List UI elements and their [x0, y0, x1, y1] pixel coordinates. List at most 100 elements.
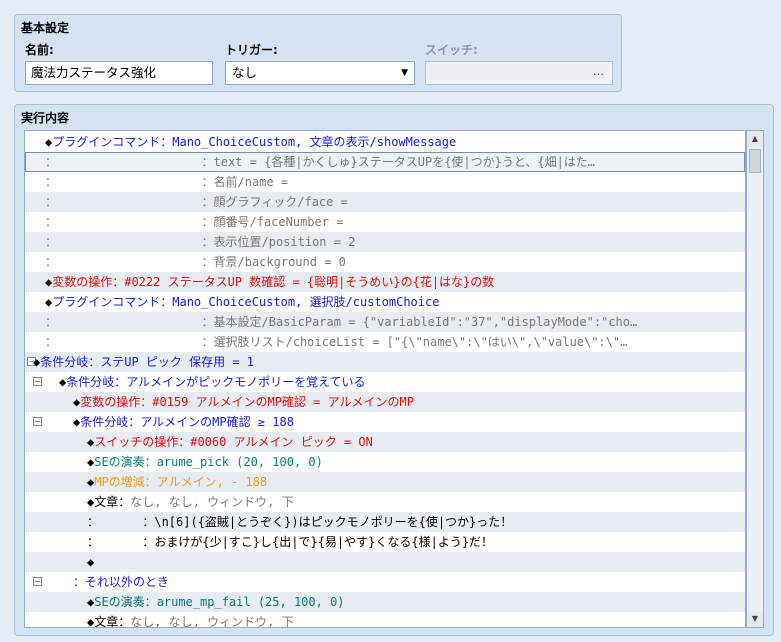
scrollbar-thumb[interactable] [749, 149, 761, 173]
command-text-part: ： ： [87, 535, 155, 549]
command-row[interactable]: ◆文章：なし, なし, ウィンドウ, 下 [25, 612, 745, 628]
command-text: ◆プラグインコマンド：Mano_ChoiceCustom, 文章の表示/show… [45, 132, 456, 152]
command-text-part: MPの増減：アルメイン, - 188 [94, 475, 268, 489]
command-text-part: 基本設定/BasicParam = {"variableId":"37","di… [213, 315, 638, 329]
chevron-down-icon: ▼ [401, 68, 408, 78]
command-text-part: ： ： [45, 195, 214, 209]
command-text: ◆条件分岐：アルメインがピックモノポリーを覚えている [59, 372, 366, 392]
contents-title: 実行内容 [21, 111, 70, 125]
scrollbar[interactable]: ▲ ▼ [746, 130, 764, 628]
command-text-part: 変数の操作：#0222 ステータスUP 数確認 = {聡明|そうめい}の{花|は… [52, 275, 495, 289]
command-text-part: ： ： [45, 155, 214, 169]
command-text: ： ：名前/name = [45, 172, 288, 192]
command-text-part: 名前/name = [213, 175, 289, 189]
command-row[interactable]: − ◆条件分岐：アルメインのMP確認 ≥ 188 [25, 412, 745, 432]
command-text-part: ： ： [45, 315, 214, 329]
command-row[interactable]: ◆SEの演奏：arume_pick (20, 100, 0) [25, 452, 745, 472]
command-row[interactable]: ◆MPの増減：アルメイン, - 188 [25, 472, 745, 492]
command-row[interactable]: ： ：text = {各種|かくしゅ}ステータスUPを{使|つか}うと、{畑|は… [25, 152, 745, 172]
switch-label: スイッチ: [425, 43, 478, 57]
command-row[interactable]: ◆プラグインコマンド：Mano_ChoiceCustom, 文章の表示/show… [25, 132, 745, 152]
command-text: ： ：\n[6]({盗賊|とうぞく})はピックモノポリーを{使|つか}った！ [87, 512, 512, 532]
basic-settings-panel: 基本設定 名前: 魔法力ステータス強化 トリガー: なし ▼ スイッチ: … [14, 14, 622, 92]
command-text-part: ： ： [45, 255, 214, 269]
command-row[interactable]: ◆SEの演奏：arume_mp_fail (25, 100, 0) [25, 592, 745, 612]
command-text: ： ：基本設定/BasicParam = {"variableId":"37",… [45, 312, 637, 332]
trigger-select[interactable]: なし ▼ [225, 61, 415, 85]
command-row[interactable]: ： ：顔番号/faceNumber = [25, 212, 745, 232]
command-row[interactable]: ◆変数の操作：#0159 アルメインのMP確認 = アルメインのMP [25, 392, 745, 412]
command-row[interactable]: ◆プラグインコマンド：Mano_ChoiceCustom, 選択肢/custom… [25, 292, 745, 312]
name-label: 名前: [25, 43, 54, 57]
trigger-label: トリガー: [225, 43, 278, 57]
command-row[interactable]: ： ：選択肢リスト/choiceList = ["{\"name\":\"はい\… [25, 332, 745, 352]
command-text: ◆SEの演奏：arume_mp_fail (25, 100, 0) [87, 592, 345, 612]
command-text-part: なし, なし, ウィンドウ, 下 [130, 495, 294, 509]
command-text-part: プラグインコマンド： [52, 295, 173, 309]
command-text-part: 顔グラフィック/face = [213, 195, 348, 209]
command-row[interactable]: − ：それ以外のとき [25, 572, 745, 592]
command-text-part: 選択肢リスト/choiceList = ["{\"name\":\"はい\",\… [213, 335, 628, 349]
command-text: ◆変数の操作：#0222 ステータスUP 数確認 = {聡明|そうめい}の{花|… [45, 272, 494, 292]
command-text-part: arume_pick (20, 100, 0) [156, 455, 323, 469]
command-text-part: SEの演奏： [94, 455, 157, 469]
command-text: ◆プラグインコマンド：Mano_ChoiceCustom, 選択肢/custom… [45, 292, 439, 312]
command-row[interactable]: ： ：顔グラフィック/face = [25, 192, 745, 212]
command-text-part: ： ： [45, 235, 214, 249]
command-text-part: なし, なし, ウィンドウ, 下 [130, 615, 294, 628]
command-text: ◆ [87, 552, 94, 572]
command-text-part: ： ： [87, 515, 155, 529]
collapse-toggle-icon[interactable]: − [33, 577, 42, 586]
command-text-part: 条件分岐：アルメインのMP確認 ≥ 188 [80, 415, 294, 429]
command-text: ： ：選択肢リスト/choiceList = ["{\"name\":\"はい\… [45, 332, 627, 352]
name-input[interactable]: 魔法力ステータス強化 [25, 61, 213, 85]
command-text-part: プラグインコマンド： [52, 135, 173, 149]
command-text-part: 条件分岐：ステUP ピック 保存用 = 1 [40, 355, 255, 369]
command-text: ◆文章：なし, なし, ウィンドウ, 下 [87, 492, 294, 512]
command-text-part: 背景/background = 0 [213, 255, 346, 269]
command-text-part: text = {各種|かくしゅ}ステータスUPを{使|つか}うと、{畑|はた… [213, 155, 595, 169]
switch-selector[interactable]: … [425, 61, 613, 85]
command-text: ◆スイッチの操作：#0060 アルメイン ピック = ON [87, 432, 373, 452]
event-command-list[interactable]: ◆プラグインコマンド：Mano_ChoiceCustom, 文章の表示/show… [24, 130, 746, 628]
collapse-toggle-icon[interactable]: − [33, 377, 42, 386]
command-row[interactable]: ： ：\n[6]({盗賊|とうぞく})はピックモノポリーを{使|つか}った！ [25, 512, 745, 532]
command-row[interactable]: ： ：おまけが{少|すこ}し{出|で}{易|やす}くなる{様|よう}だ！ [25, 532, 745, 552]
command-row[interactable]: − ◆条件分岐：ステUP ピック 保存用 = 1 [25, 352, 745, 372]
command-text-part: 文章： [94, 615, 131, 628]
command-row[interactable]: ◆文章：なし, なし, ウィンドウ, 下 [25, 492, 745, 512]
command-text-part: ◆ [87, 555, 95, 569]
command-text-part: スイッチの操作：#0060 アルメイン ピック = ON [94, 435, 373, 449]
command-text-part: おまけが{少|すこ}し{出|で}{易|やす}くなる{様|よう}だ！ [154, 535, 494, 549]
command-text: ◆条件分岐：ステUP ピック 保存用 = 1 [33, 352, 254, 372]
command-text-part: 変数の操作：#0159 アルメインのMP確認 = アルメインのMP [80, 395, 414, 409]
command-text: ：それ以外のとき [73, 572, 169, 592]
command-row[interactable]: ： ：背景/background = 0 [25, 252, 745, 272]
command-row[interactable]: ◆変数の操作：#0222 ステータスUP 数確認 = {聡明|そうめい}の{花|… [25, 272, 745, 292]
command-row[interactable]: ： ：表示位置/position = 2 [25, 232, 745, 252]
command-text-part: 条件分岐：アルメインがピックモノポリーを覚えている [66, 375, 366, 389]
command-text: ◆条件分岐：アルメインのMP確認 ≥ 188 [73, 412, 294, 432]
basic-settings-title: 基本設定 [21, 21, 70, 35]
command-row[interactable]: ◆ [25, 552, 745, 572]
command-text-part: Mano_ChoiceCustom, 文章の表示/showMessage [172, 135, 457, 149]
command-text-part: それ以外のとき [85, 575, 170, 589]
command-row[interactable]: ◆スイッチの操作：#0060 アルメイン ピック = ON [25, 432, 745, 452]
scroll-down-icon[interactable]: ▼ [747, 611, 763, 627]
command-text-part: ： ： [45, 175, 214, 189]
command-row[interactable]: ： ：名前/name = [25, 172, 745, 192]
command-row[interactable]: ： ：基本設定/BasicParam = {"variableId":"37",… [25, 312, 745, 332]
collapse-toggle-icon[interactable]: − [33, 417, 42, 426]
command-text: ： ：顔番号/faceNumber = [45, 212, 343, 232]
command-text: ◆変数の操作：#0159 アルメインのMP確認 = アルメインのMP [73, 392, 414, 412]
command-text-part: Mano_ChoiceCustom, 選択肢/customChoice [172, 295, 440, 309]
ellipsis-icon[interactable]: … [593, 65, 604, 78]
command-text-part: 表示位置/position = 2 [213, 235, 356, 249]
command-text-part: \n[6]({盗賊|とうぞく})はピックモノポリーを{使|つか}った！ [154, 515, 513, 529]
command-text: ： ：表示位置/position = 2 [45, 232, 355, 252]
scroll-up-icon[interactable]: ▲ [747, 131, 763, 147]
command-text-part: 顔番号/faceNumber = [213, 215, 344, 229]
trigger-value: なし [232, 65, 258, 80]
command-text-part: ： ： [45, 335, 214, 349]
command-row[interactable]: − ◆条件分岐：アルメインがピックモノポリーを覚えている [25, 372, 745, 392]
